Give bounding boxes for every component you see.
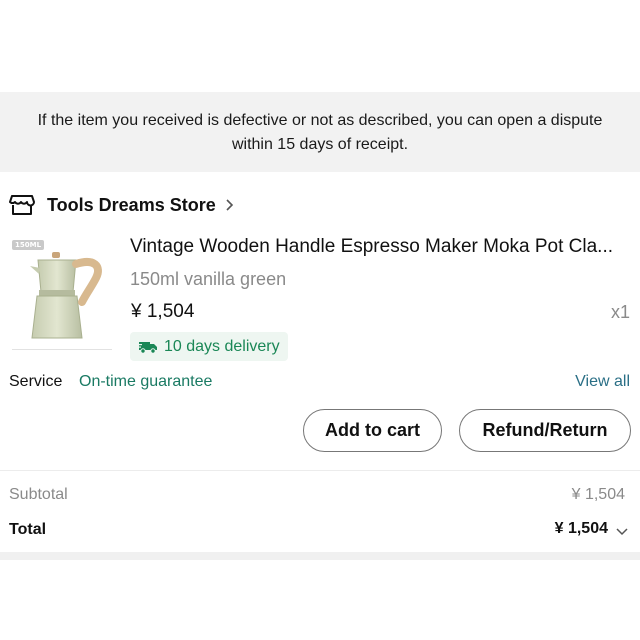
- subtotal-label: Subtotal: [9, 486, 68, 503]
- view-all-link[interactable]: View all: [575, 373, 630, 391]
- section-separator: [0, 552, 640, 560]
- store-link[interactable]: Tools Dreams Store: [9, 192, 236, 218]
- product-thumbnail[interactable]: 150ML: [12, 238, 112, 350]
- refund-return-button[interactable]: Refund/Return: [459, 409, 631, 452]
- bottom-blank-area: [0, 560, 640, 640]
- thumbnail-size-badge: 150ML: [12, 240, 45, 250]
- dispute-notice-line-2: within 15 days of receipt.: [231, 136, 409, 153]
- subtotal-value: ¥ 1,504: [571, 486, 625, 503]
- top-blank-area: [0, 0, 640, 92]
- store-name: Tools Dreams Store: [47, 194, 216, 215]
- total-label: Total: [9, 521, 47, 538]
- dispute-notice-line-1: If the item you received is defective or…: [37, 112, 603, 129]
- delivery-badge: 10 days delivery: [130, 332, 288, 361]
- chevron-down-icon: [616, 524, 628, 536]
- service-guarantee: On-time guarantee: [79, 373, 213, 390]
- chevron-right-icon: [224, 198, 236, 212]
- moka-pot-image: [30, 252, 102, 339]
- divider: [0, 470, 640, 471]
- service-label: Service: [9, 373, 63, 390]
- dispute-notice: If the item you received is defective or…: [0, 92, 640, 172]
- product-price: ¥ 1,504: [131, 301, 195, 322]
- delivery-text: 10 days delivery: [164, 337, 280, 355]
- add-to-cart-button[interactable]: Add to cart: [303, 409, 442, 452]
- product-variant: 150ml vanilla green: [130, 269, 287, 289]
- product-title[interactable]: Vintage Wooden Handle Espresso Maker Mok…: [130, 236, 630, 258]
- store-icon: [9, 192, 35, 218]
- product-quantity: x1: [610, 302, 630, 322]
- total-toggle[interactable]: ¥ 1,504: [555, 520, 628, 538]
- total-value: ¥ 1,504: [554, 520, 608, 537]
- order-card: Tools Dreams Store 150ML Vintage Wooden …: [0, 172, 640, 552]
- truck-icon: [138, 340, 158, 354]
